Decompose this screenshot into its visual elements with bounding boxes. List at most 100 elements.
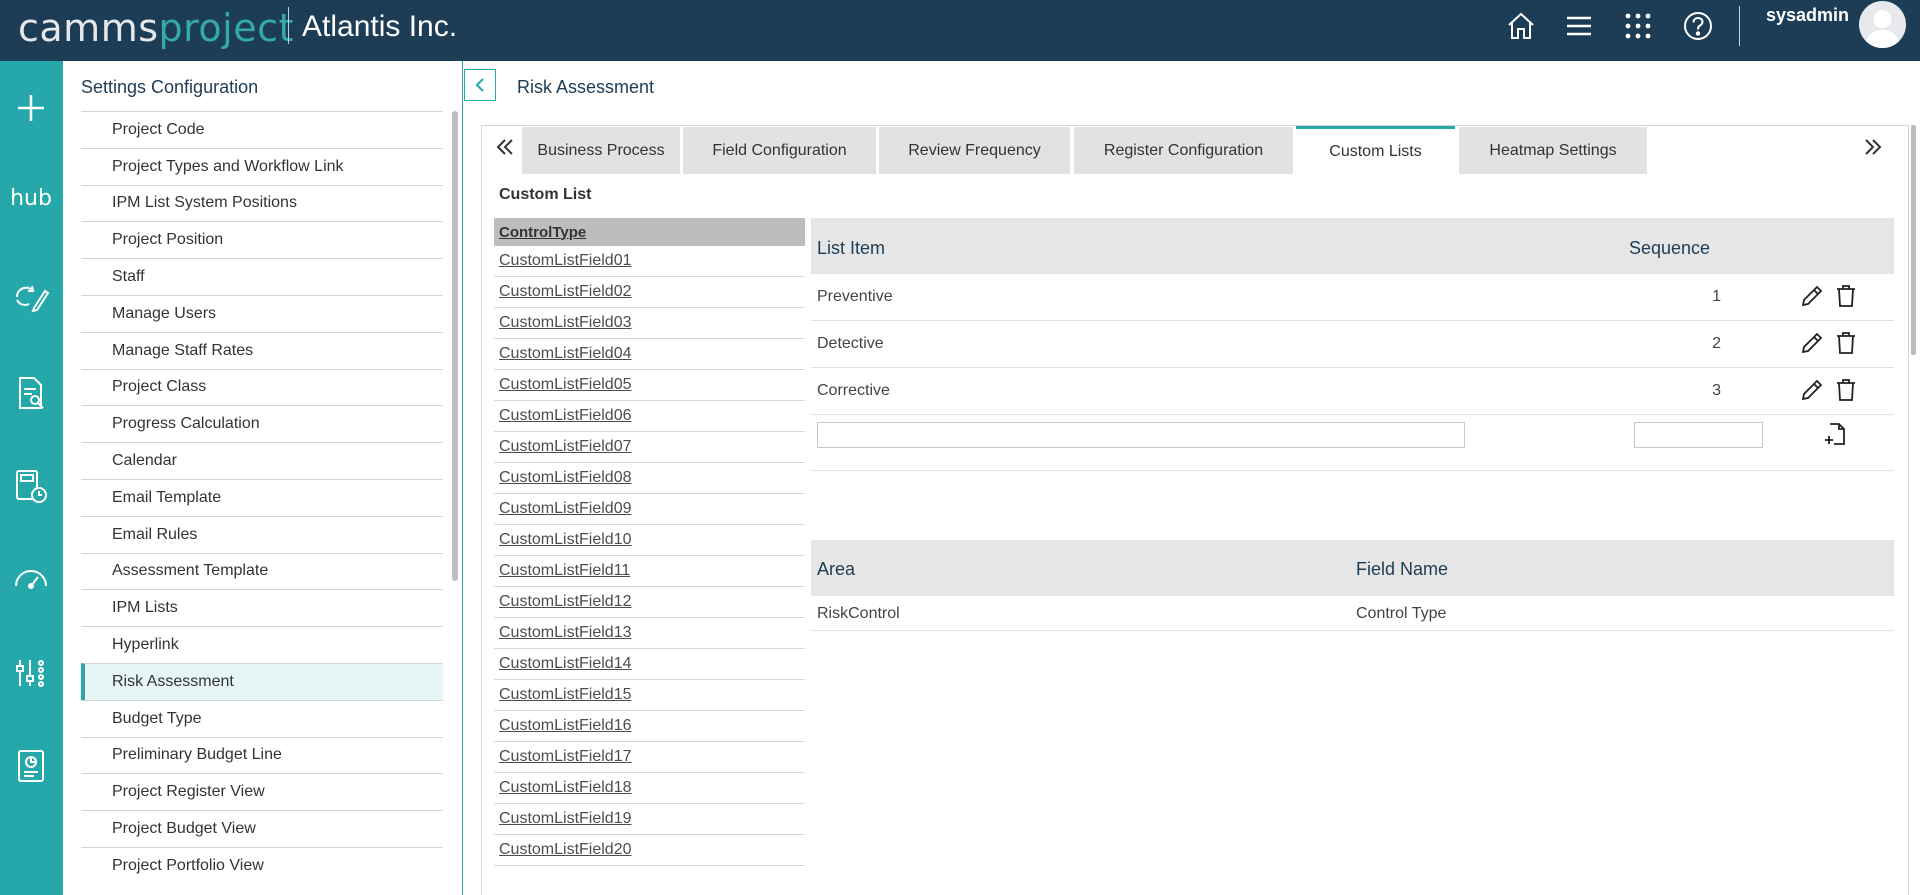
add-file-icon[interactable] <box>1822 421 1848 447</box>
tab-custom-lists[interactable]: Custom Lists <box>1296 126 1455 175</box>
tab-scroll-right-icon[interactable] <box>1858 132 1888 162</box>
control-list-item[interactable]: CustomListField19 <box>494 804 805 835</box>
settings-panel: Settings Configuration Project Code Proj… <box>63 61 463 895</box>
area-grid-header: Area Field Name <box>811 540 1894 596</box>
control-list-item[interactable]: CustomListField11 <box>494 556 805 587</box>
control-list-item[interactable]: CustomListField16 <box>494 711 805 742</box>
settings-item[interactable]: Calendar <box>81 442 443 479</box>
settings-item[interactable]: Project Code <box>81 111 443 148</box>
report-icon[interactable] <box>10 745 52 787</box>
sliders-icon[interactable] <box>10 652 52 694</box>
settings-item[interactable]: IPM Lists <box>81 589 443 626</box>
control-list-item[interactable]: CustomListField20 <box>494 835 805 866</box>
control-list-item[interactable]: CustomListField17 <box>494 742 805 773</box>
main-scrollbar[interactable] <box>1911 125 1916 355</box>
control-list-item[interactable]: CustomListField02 <box>494 277 805 308</box>
control-list-item[interactable]: CustomListField04 <box>494 339 805 370</box>
menu-icon[interactable] <box>1563 10 1595 42</box>
settings-item[interactable]: Manage Staff Rates <box>81 331 443 369</box>
main-area: Risk Assessment Business Process Field C… <box>464 61 1920 895</box>
calculator-clock-icon[interactable] <box>10 465 52 507</box>
edit-pencil-icon[interactable] <box>1799 377 1825 403</box>
settings-item[interactable]: Budget Type <box>81 699 443 737</box>
top-header: cammsproject Atlantis Inc. sysadmin <box>0 0 1920 61</box>
area-value: RiskControl <box>817 605 900 622</box>
delete-trash-icon[interactable] <box>1833 377 1859 403</box>
settings-item[interactable]: Project Register View <box>81 773 443 810</box>
settings-item[interactable]: IPM List System Positions <box>81 184 443 222</box>
control-list-item[interactable]: CustomListField12 <box>494 587 805 618</box>
new-sequence-input[interactable] <box>1634 422 1763 448</box>
settings-item[interactable]: Project Budget View <box>81 810 443 847</box>
control-list-item[interactable]: CustomListField06 <box>494 401 805 432</box>
control-list-item[interactable]: CustomListField01 <box>494 246 805 277</box>
control-list-item[interactable]: CustomListField13 <box>494 618 805 649</box>
control-list-item[interactable]: CustomListField07 <box>494 432 805 463</box>
section-title: Custom List <box>499 186 592 203</box>
settings-item[interactable]: Progress Calculation <box>81 405 443 442</box>
settings-item[interactable]: Manage Users <box>81 294 443 332</box>
settings-item[interactable]: Email Rules <box>81 515 443 553</box>
control-list: ControlType CustomListField01 CustomList… <box>494 218 805 866</box>
list-item-grid-header: List Item Sequence <box>811 218 1894 274</box>
table-row: Corrective 3 <box>811 368 1894 415</box>
edit-pencil-icon[interactable] <box>1799 330 1825 356</box>
settings-item[interactable]: Project Portfolio View <box>81 846 443 884</box>
control-list-item[interactable]: CustomListField14 <box>494 649 805 680</box>
new-list-item-row <box>811 415 1894 471</box>
avatar[interactable] <box>1859 1 1906 48</box>
help-icon[interactable] <box>1682 10 1714 42</box>
control-list-item[interactable]: CustomListField10 <box>494 525 805 556</box>
settings-item[interactable]: Project Position <box>81 221 443 258</box>
control-list-item[interactable]: CustomListField15 <box>494 680 805 711</box>
home-icon[interactable] <box>1505 10 1537 42</box>
control-list-item[interactable]: CustomListField05 <box>494 370 805 401</box>
company-name: Atlantis Inc. <box>302 10 458 43</box>
settings-item[interactable]: Hyperlink <box>81 626 443 663</box>
tab-review-frequency[interactable]: Review Frequency <box>879 127 1070 174</box>
list-item-name: Preventive <box>817 288 893 305</box>
plus-icon[interactable] <box>10 87 52 129</box>
logo-text-project: project <box>158 6 294 50</box>
settings-item[interactable]: Assessment Template <box>81 552 443 590</box>
control-list-item[interactable]: CustomListField08 <box>494 463 805 494</box>
hub-icon[interactable]: hub <box>10 177 52 219</box>
settings-item[interactable]: Project Class <box>81 368 443 406</box>
settings-item[interactable]: Project Types and Workflow Link <box>81 147 443 185</box>
control-list-item[interactable]: CustomListField03 <box>494 308 805 339</box>
settings-title: Settings Configuration <box>81 77 259 97</box>
control-list-header[interactable]: ControlType <box>494 218 805 246</box>
control-list-item[interactable]: CustomListField09 <box>494 494 805 525</box>
list-item-sequence: 1 <box>1712 288 1721 305</box>
refresh-edit-icon[interactable] <box>10 276 52 318</box>
delete-trash-icon[interactable] <box>1833 283 1859 309</box>
left-rail: hub <box>0 61 63 895</box>
edit-pencil-icon[interactable] <box>1799 283 1825 309</box>
tab-field-configuration[interactable]: Field Configuration <box>683 127 876 174</box>
settings-scrollbar[interactable] <box>452 111 458 581</box>
tab-scroll-left-icon[interactable] <box>490 132 520 162</box>
document-search-icon[interactable] <box>10 372 52 414</box>
control-list-item[interactable]: CustomListField18 <box>494 773 805 804</box>
new-list-item-input[interactable] <box>817 422 1465 448</box>
settings-item[interactable]: Email Template <box>81 478 443 516</box>
settings-list: Project Code Project Types and Workflow … <box>81 111 443 884</box>
apps-grid-icon[interactable] <box>1622 10 1654 42</box>
column-header-field-name: Field Name <box>1356 559 1449 579</box>
back-button[interactable] <box>464 69 496 101</box>
column-header-sequence: Sequence <box>1629 238 1711 258</box>
tab-business-process[interactable]: Business Process <box>522 127 680 174</box>
settings-item[interactable]: Staff <box>81 258 443 295</box>
settings-item[interactable]: Preliminary Budget Line <box>81 736 443 774</box>
app-logo[interactable]: cammsproject <box>18 6 294 50</box>
tab-bar: Business Process Field Configuration Rev… <box>482 126 1908 175</box>
tab-heatmap-settings[interactable]: Heatmap Settings <box>1459 127 1647 174</box>
gauge-icon[interactable] <box>10 558 52 600</box>
settings-item-active[interactable]: Risk Assessment <box>81 662 443 700</box>
username[interactable]: sysadmin <box>1766 5 1849 26</box>
tab-register-configuration[interactable]: Register Configuration <box>1074 127 1293 174</box>
page-title: Risk Assessment <box>517 77 655 97</box>
logo-text-camms: camms <box>18 6 159 50</box>
content-box: Business Process Field Configuration Rev… <box>481 125 1909 895</box>
delete-trash-icon[interactable] <box>1833 330 1859 356</box>
